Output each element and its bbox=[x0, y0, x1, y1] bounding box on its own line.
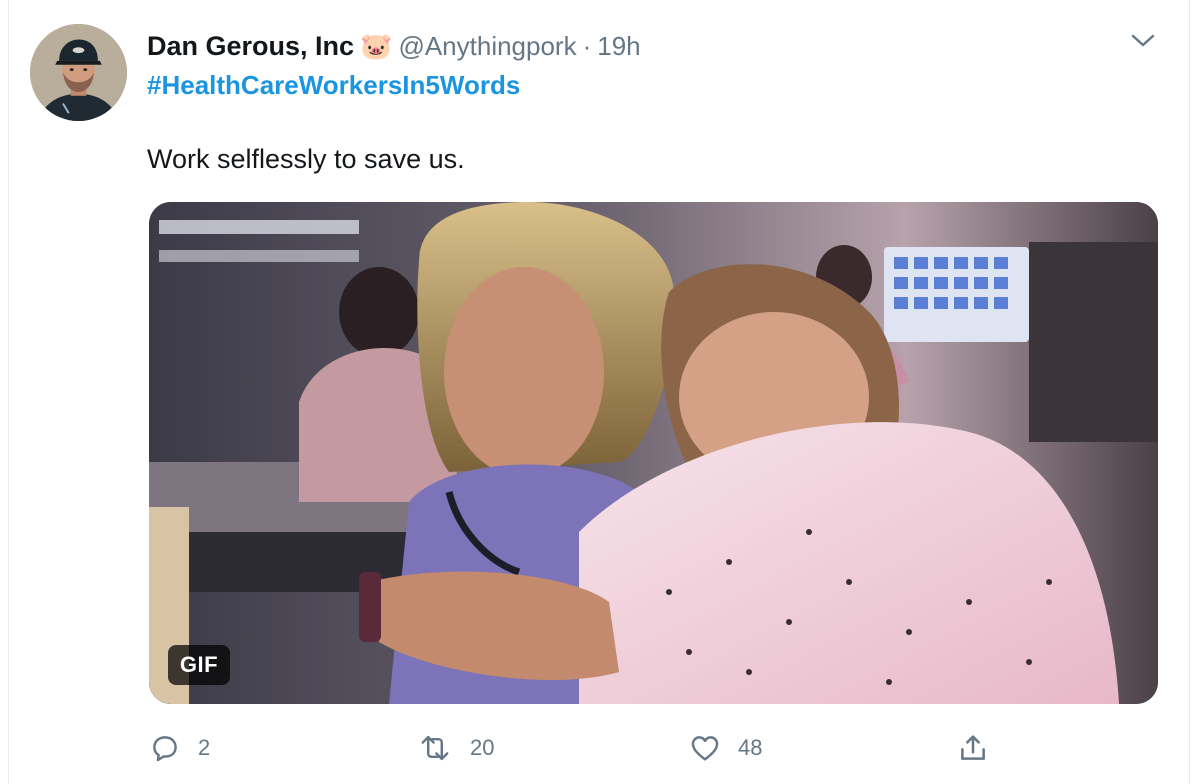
tweet-text: Work selflessly to save us. bbox=[147, 144, 465, 174]
tweet-media-gif[interactable] bbox=[149, 202, 1158, 704]
reply-count: 2 bbox=[198, 735, 211, 760]
share-icon bbox=[961, 735, 985, 760]
like-button[interactable]: 48 bbox=[688, 726, 762, 770]
more-options-button[interactable] bbox=[1128, 28, 1158, 54]
retweet-count: 20 bbox=[470, 735, 495, 760]
tweet-actions: 2 20 48 bbox=[148, 726, 1008, 770]
user-handle[interactable]: @Anythingpork bbox=[398, 31, 576, 62]
like-count: 48 bbox=[738, 735, 763, 760]
tweet-header: Dan Gerous, Inc 🐷 @Anythingpork · 19h bbox=[147, 26, 641, 66]
avatar[interactable] bbox=[30, 24, 127, 121]
reply-icon bbox=[153, 736, 177, 762]
timestamp[interactable]: 19h bbox=[597, 31, 640, 62]
hashtag-link[interactable]: #HealthCareWorkersIn5Words bbox=[147, 70, 520, 101]
retweet-button[interactable]: 20 bbox=[416, 726, 494, 770]
gif-badge: GIF bbox=[168, 645, 230, 685]
separator-dot: · bbox=[582, 30, 592, 61]
chevron-down-icon bbox=[1131, 34, 1155, 47]
share-button[interactable] bbox=[956, 726, 990, 770]
reply-button[interactable]: 2 bbox=[148, 726, 210, 770]
heart-icon bbox=[691, 736, 719, 761]
avatar-photo bbox=[30, 24, 127, 121]
display-name[interactable]: Dan Gerous, Inc bbox=[147, 31, 354, 62]
pig-emoji: 🐷 bbox=[360, 31, 393, 61]
gif-frame-image bbox=[149, 202, 1158, 704]
retweet-icon bbox=[421, 735, 449, 761]
